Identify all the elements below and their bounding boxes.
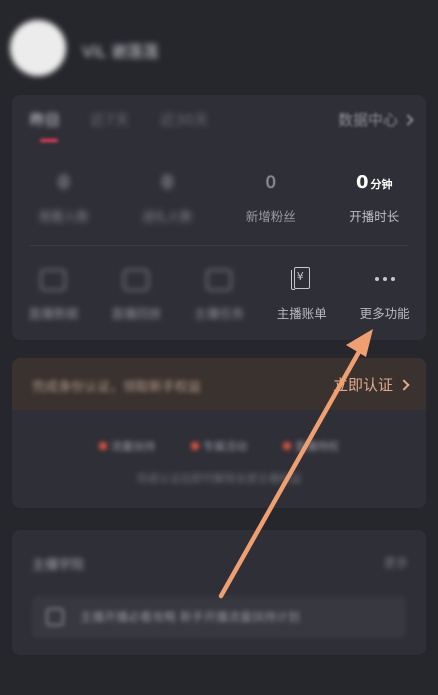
tool-live-data[interactable]: 直播数据 (12, 263, 95, 329)
more-link[interactable]: 更多 (384, 554, 408, 571)
certify-card: 完成身份认证，领取新手权益 立即认证 流量扶持 专属活动 直播特权 完成认证后即… (12, 358, 426, 508)
perks-row: 流量扶持 专属活动 直播特权 (12, 438, 426, 454)
certify-label: 立即认证 (332, 376, 393, 394)
data-center-label: 数据中心 (337, 111, 398, 129)
notice-icon (46, 608, 64, 626)
stat-value: 0 (355, 172, 369, 193)
tab-yesterday[interactable]: 昨日 (30, 109, 60, 130)
stats-row: 0 观看人数 0 送礼人数 0 新增粉丝 0 分钟 开播时长 (12, 170, 426, 232)
certify-now-link[interactable]: 立即认证 (332, 374, 410, 395)
stat-label: 送礼人数 (142, 209, 193, 224)
stat-viewers[interactable]: 0 观看人数 (12, 170, 116, 232)
tool-label: 直播回放 (111, 306, 162, 321)
replay-icon (123, 269, 150, 291)
tool-label: 更多功能 (359, 306, 410, 321)
task-icon (205, 269, 232, 291)
stat-unit: 分钟 (370, 178, 393, 191)
tool-label: 主播任务 (193, 306, 244, 321)
stat-gifters[interactable]: 0 送礼人数 (116, 170, 220, 232)
card-title: 主播学院 (32, 558, 85, 573)
chevron-right-icon (398, 378, 410, 391)
chevron-right-icon (402, 113, 414, 126)
tab-30-days[interactable]: 近30天 (160, 109, 209, 130)
perk-item: 专属活动 (191, 438, 247, 454)
stat-value: 0 (161, 173, 173, 193)
notice-row[interactable]: 主播开播必看攻略 新手开播流量扶持计划 (32, 596, 406, 638)
banner-text: 完成身份认证，领取新手权益 (32, 380, 202, 395)
perk-item: 直播特权 (283, 438, 339, 454)
tool-label: 主播账单 (276, 306, 327, 321)
stats-card: 昨日 近7天 近30天 数据中心 0 观看人数 0 送礼人数 0 新增粉丝 0分… (12, 95, 426, 340)
stat-label: 观看人数 (38, 209, 89, 224)
tool-tasks[interactable]: 主播任务 (178, 263, 261, 329)
divider (30, 245, 408, 246)
stat-new-fans[interactable]: 0 新增粉丝 (219, 170, 323, 232)
data-center-link[interactable]: 数据中心 (337, 109, 414, 130)
stat-label: 开播时长 (349, 209, 400, 224)
perk-item: 流量扶持 (99, 438, 155, 454)
bill-icon: ¥ (289, 267, 315, 291)
nickname: ViL 谢莲莲 (82, 42, 160, 61)
stat-value: 0 (58, 173, 70, 193)
notice-card: 主播学院 更多 主播开播必看攻略 新手开播流量扶持计划 (12, 530, 426, 655)
tool-replay[interactable]: 直播回放 (95, 263, 178, 329)
profile-header: ViL 谢莲莲 (0, 0, 438, 95)
stat-value-wrap: 0 分钟 (323, 170, 427, 196)
tools-row: 直播数据 直播回放 主播任务 ¥ 主播账单 更多功能 (12, 263, 426, 329)
more-dots-icon (372, 269, 398, 291)
avatar[interactable] (10, 20, 66, 76)
period-tabs: 昨日 近7天 近30天 (30, 109, 209, 130)
stat-label: 新增粉丝 (245, 209, 296, 224)
stat-live-duration[interactable]: 0 分钟 开播时长 (323, 170, 427, 232)
tab-7-days[interactable]: 近7天 (90, 109, 130, 130)
certify-banner: 完成身份认证，领取新手权益 立即认证 (12, 358, 426, 410)
notice-text: 主播开播必看攻略 新手开播流量扶持计划 (80, 610, 300, 624)
perk-subtitle: 完成认证后即可解锁全部主播权益 (136, 472, 302, 485)
tool-anchor-bill[interactable]: ¥ 主播账单 (260, 263, 343, 329)
chart-icon (40, 269, 67, 291)
tool-more-features[interactable]: 更多功能 (343, 263, 426, 329)
stat-value: 0 (265, 173, 277, 193)
active-tab-indicator (40, 139, 58, 142)
tool-label: 直播数据 (28, 306, 79, 321)
